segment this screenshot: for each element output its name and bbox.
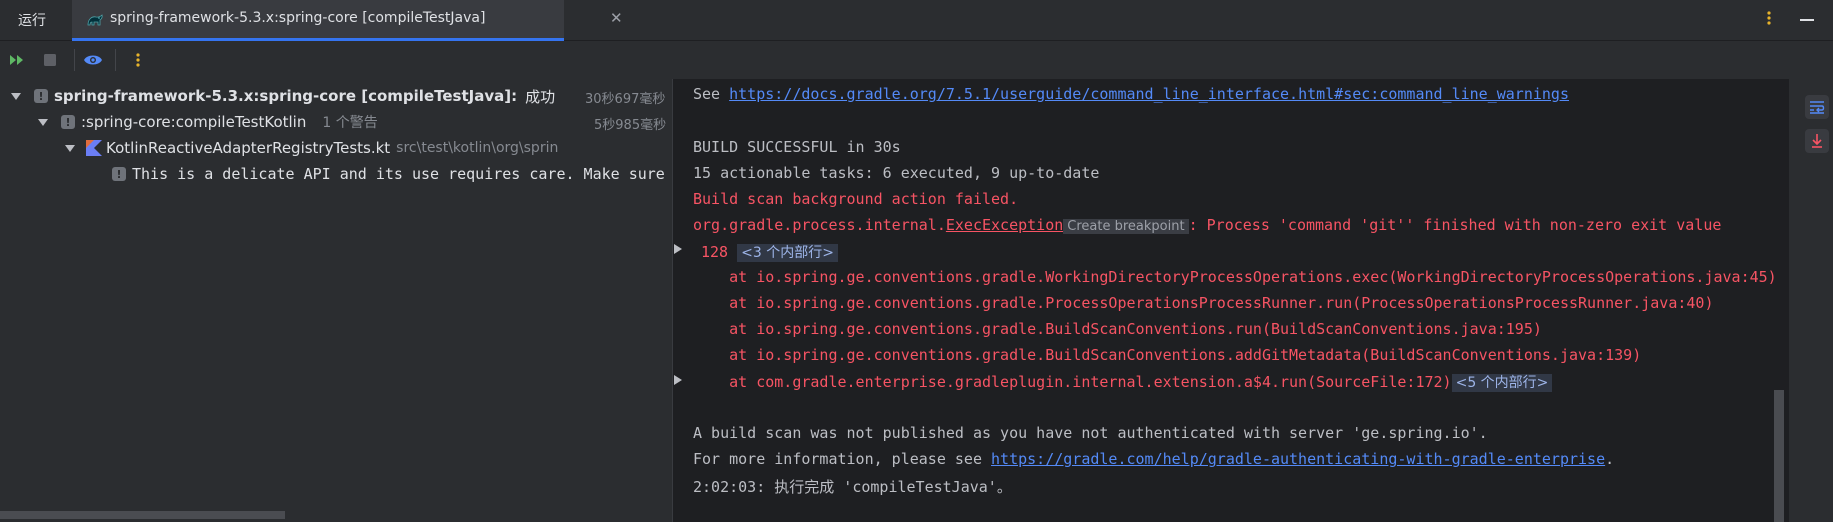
scan-failed-line: Build scan background action failed. [693,190,1019,208]
root-duration: 30秒697毫秒 [585,92,666,107]
eye-icon[interactable] [82,49,104,71]
chevron-down-icon[interactable] [64,142,76,154]
stop-icon[interactable] [39,49,61,71]
stack-frame-3: at io.spring.ge.conventions.gradle.Build… [693,320,1542,338]
tool-window-tab-bar: 运行 spring-framework-5.3.x:spring-core [c… [0,0,1833,41]
exception-message: : Process 'command 'git'' finished with … [1188,216,1722,234]
warning-icon: ! [61,115,75,129]
console-line-see: See https://docs.gradle.org/7.5.1/usergu… [693,85,1569,103]
chevron-right-icon[interactable] [673,243,683,255]
gradle-auth-link[interactable]: https://gradle.com/help/gradle-authentic… [991,450,1605,468]
more-info-prefix: For more information, please see [693,450,992,468]
top-edge-strip [1340,0,1600,4]
close-icon[interactable]: ✕ [610,9,623,27]
soft-wrap-icon[interactable] [1805,95,1829,119]
exception-line: org.gradle.process.internal.ExecExceptio… [693,216,1721,234]
tree-node-task[interactable]: ! :spring-core:compileTestKotlin 1 个警告 [37,109,378,135]
folded-lines-1[interactable]: <3 个内部行> [737,244,838,262]
rerun-icon[interactable] [6,49,28,71]
exception-package: org.gradle.process.internal. [693,216,946,234]
console-output[interactable]: See https://docs.gradle.org/7.5.1/usergu… [673,79,1789,522]
tree-node-file[interactable]: KotlinReactiveAdapterRegistryTests.kt sr… [64,135,558,161]
see-prefix: See [693,85,730,103]
more-vertical-icon[interactable] [1766,10,1772,30]
chevron-down-icon[interactable] [37,116,49,128]
docs-link[interactable]: https://docs.gradle.org/7.5.1/userguide/… [729,85,1569,103]
toolbar-separator [74,49,75,71]
file-label: KotlinReactiveAdapterRegistryTests.kt [106,139,391,157]
tree-node-root[interactable]: ! spring-framework-5.3.x:spring-core [co… [10,83,555,109]
create-breakpoint-hint[interactable]: Create breakpoint [1063,219,1189,234]
stack-frame-4: at io.spring.ge.conventions.gradle.Build… [693,346,1642,364]
task-duration: 5秒985毫秒 [594,118,667,133]
warning-message: This is a delicate API and its use requi… [132,165,665,183]
more-info-line: For more information, please see https:/… [693,450,1614,468]
chevron-right-icon[interactable] [673,374,683,386]
minimize-icon[interactable] [1800,19,1814,21]
tasks-summary-line: 15 actionable tasks: 6 executed, 9 up-to… [693,164,1100,182]
more-vertical-icon[interactable] [127,49,149,71]
more-info-suffix: . [1605,450,1615,468]
horizontal-scrollbar[interactable] [0,511,285,519]
kotlin-file-icon [86,140,102,156]
gradle-icon [87,14,103,26]
exit-code-line: 128 <3 个内部行> [701,242,838,262]
task-warning-count: 1 个警告 [322,115,378,131]
file-path: src\test\kotlin\org\sprin [396,140,559,156]
stack-frame-5: at com.gradle.enterprise.gradleplugin.in… [693,372,1553,392]
toolbar-separator [115,49,116,71]
finished-line: 2:02:03: 执行完成 'compileTestJava'。 [693,478,1012,496]
build-results-tree: ! spring-framework-5.3.x:spring-core [co… [0,79,672,522]
build-successful-line: BUILD SUCCESSFUL in 30s [693,138,901,156]
console-side-toolbar [1789,79,1833,522]
exception-class-link[interactable]: ExecException [946,216,1063,234]
tab-compile-test-java[interactable]: spring-framework-5.3.x:spring-core [comp… [72,0,623,41]
folded-lines-2[interactable]: <5 个内部行> [1451,374,1553,392]
root-status: 成功 [525,87,556,106]
scroll-to-end-icon[interactable] [1805,129,1829,153]
task-label: :spring-core:compileTestKotlin [81,113,307,131]
warning-icon: ! [34,89,48,103]
chevron-down-icon[interactable] [10,90,22,102]
warning-icon: ! [112,167,126,181]
tree-node-warning[interactable]: ! This is a delicate API and its use req… [112,161,665,187]
tab-title: spring-framework-5.3.x:spring-core [comp… [110,10,486,26]
not-published-line: A build scan was not published as you ha… [693,424,1488,442]
run-tool-window-title: 运行 [18,13,46,29]
vertical-scrollbar[interactable] [1774,390,1784,522]
run-toolbar [0,41,1833,79]
root-task-label: spring-framework-5.3.x:spring-core [comp… [54,87,518,105]
stack-frame-5-text: at com.gradle.enterprise.gradleplugin.in… [693,373,1452,391]
stack-frame-2: at io.spring.ge.conventions.gradle.Proce… [693,294,1714,312]
exit-code: 128 [701,243,729,261]
stack-frame-1: at io.spring.ge.conventions.gradle.Worki… [693,268,1777,286]
